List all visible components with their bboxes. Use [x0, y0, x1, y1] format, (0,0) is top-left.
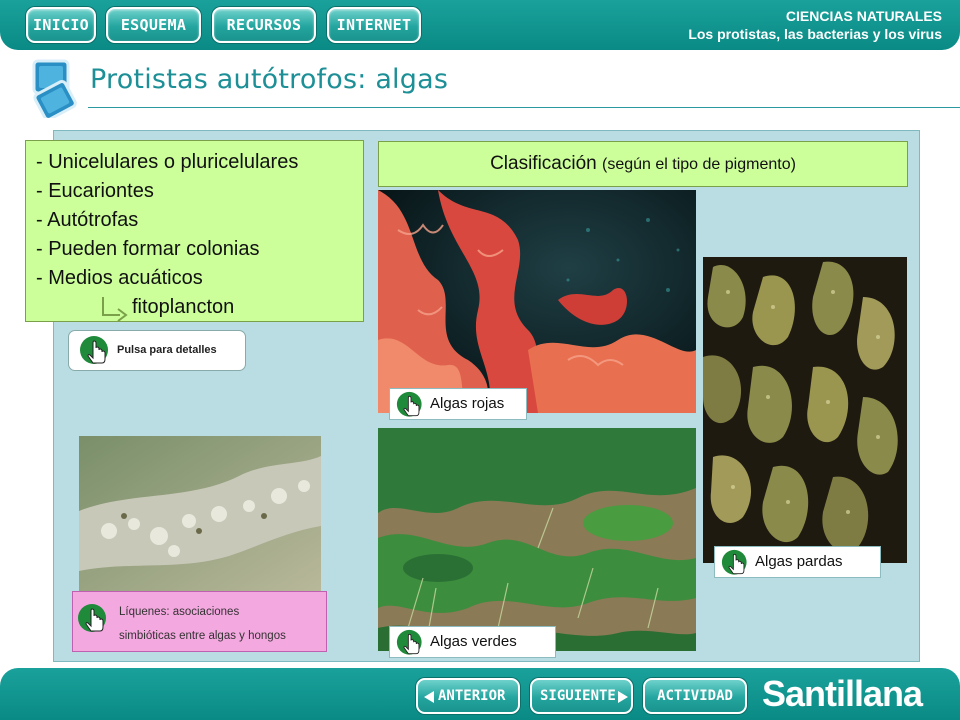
previous-button-label: ANTERIOR	[438, 688, 506, 704]
next-button-label: SIGUIENTE	[540, 688, 616, 704]
brown-algae-button[interactable]: Algas pardas	[714, 546, 881, 578]
pointer-hand-icon	[80, 336, 108, 364]
lichen-line: simbióticas entre algas y hongos	[119, 630, 286, 642]
feature-line: - Pueden formar colonias	[36, 238, 260, 260]
slide-icon	[32, 59, 77, 118]
nav-esquema-button[interactable]: ESQUEMA	[106, 7, 201, 43]
green-algae-label: Algas verdes	[430, 633, 517, 650]
red-algae-label: Algas rojas	[430, 395, 505, 412]
pointer-hand-icon	[396, 391, 422, 417]
green-algae-button[interactable]: Algas verdes	[389, 626, 556, 658]
subject-name: CIENCIAS NATURALES	[785, 8, 942, 24]
red-algae-button[interactable]: Algas rojas	[389, 388, 527, 420]
details-button[interactable]: Pulsa para detalles	[68, 330, 246, 371]
feature-line: - Autótrofas	[36, 209, 139, 231]
pointer-hand-icon	[396, 629, 422, 655]
classification-title: Clasificación	[490, 153, 597, 174]
activity-button[interactable]: ACTIVIDAD	[643, 678, 747, 714]
lichen-description: Líquenes: asociaciones simbióticas entre…	[119, 600, 324, 648]
classification-header: Clasificación (según el tipo de pigmento…	[378, 141, 908, 187]
subject-heading: CIENCIAS NATURALES Los protistas, las ba…	[688, 7, 942, 43]
fitoplancton-label: fitoplancton	[132, 296, 235, 318]
lichen-line: Líquenes: asociaciones	[119, 606, 240, 618]
corner-arrow-icon	[102, 297, 128, 321]
arrow-right-icon	[618, 691, 628, 703]
details-button-label: Pulsa para detalles	[117, 344, 217, 356]
brown-algae-label: Algas pardas	[755, 553, 843, 570]
feature-line: - Eucariontes	[36, 180, 154, 202]
next-button[interactable]: SIGUIENTE	[530, 678, 633, 714]
lichen-photo	[79, 436, 321, 592]
feature-line: - Unicelulares o pluricelulares	[36, 151, 299, 173]
unit-name: Los protistas, las bacterias y los virus	[688, 26, 942, 42]
title-divider	[88, 107, 960, 108]
previous-button[interactable]: ANTERIOR	[416, 678, 520, 714]
nav-recursos-button[interactable]: RECURSOS	[212, 7, 316, 43]
arrow-left-icon	[424, 691, 434, 703]
classification-subtitle: (según el tipo de pigmento)	[602, 156, 796, 173]
pointer-hand-icon	[78, 604, 106, 632]
nav-internet-button[interactable]: INTERNET	[327, 7, 421, 43]
santillana-logo: Santillana	[762, 673, 923, 714]
page-title: Protistas autótrofos: algas	[90, 64, 449, 95]
red-algae-photo	[378, 190, 696, 413]
lichen-info-button[interactable]: Líquenes: asociaciones simbióticas entre…	[72, 591, 327, 652]
features-box: - Unicelulares o pluricelulares - Eucari…	[25, 140, 364, 322]
nav-inicio-button[interactable]: INICIO	[26, 7, 96, 43]
pointer-hand-icon	[721, 549, 747, 575]
feature-arrow-line: fitoplancton	[36, 293, 353, 322]
feature-line: - Medios acuáticos	[36, 267, 203, 289]
brown-algae-photo	[703, 257, 907, 563]
green-algae-photo	[378, 428, 696, 651]
